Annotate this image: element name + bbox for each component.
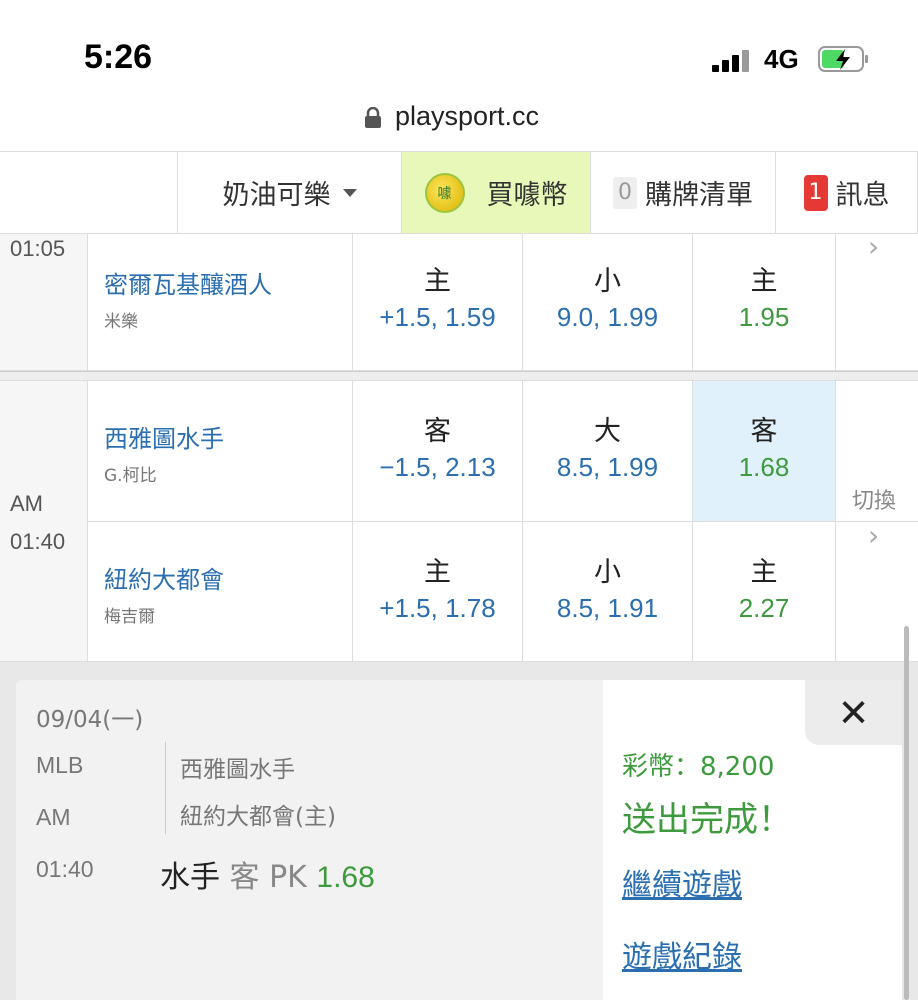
battery-charging-icon: [818, 46, 868, 72]
cart-label: 購牌清單: [645, 180, 753, 211]
team-name[interactable]: 紐約大都會: [104, 560, 224, 595]
close-icon: ✕: [837, 690, 870, 735]
divider: [165, 742, 166, 834]
team-name[interactable]: 密爾瓦基釀酒人: [104, 265, 272, 300]
user-menu[interactable]: 奶油可樂: [177, 152, 401, 233]
team-name[interactable]: 西雅圖水手: [104, 419, 224, 454]
bet-moneyline[interactable]: 主 1.95: [693, 234, 836, 370]
bet-odds: 8.5, 1.91: [556, 593, 659, 623]
cart-count-badge: 0: [613, 176, 637, 209]
home-team: 紐約大都會(主): [180, 804, 336, 830]
pitcher-name: G.柯比: [104, 466, 157, 486]
chevron-right-icon[interactable]: ›: [868, 519, 879, 552]
game-history-link[interactable]: 遊戲紀錄: [622, 932, 742, 976]
bet-side: 大: [594, 416, 621, 447]
pitcher-name: 米樂: [104, 312, 138, 332]
pick-odds: 1.68: [316, 861, 375, 894]
bet-spread[interactable]: 客 −1.5, 2.13: [353, 381, 523, 521]
submit-success-text: 送出完成！: [622, 800, 792, 840]
pick-side: 客 PK: [229, 860, 307, 895]
game-row-seattle-nym: AM 01:40 西雅圖水手 G.柯比 客 −1.5, 2.13 大 8.5, …: [0, 380, 918, 662]
close-button[interactable]: ✕: [805, 680, 902, 745]
cart-button[interactable]: 0 購牌清單: [590, 152, 775, 233]
buy-coins-label: 買噱幣: [486, 180, 568, 211]
away-team: 西雅圖水手: [180, 757, 295, 783]
chevron-right-icon[interactable]: ›: [868, 234, 879, 263]
game-am: AM: [10, 491, 43, 516]
buy-coins-button[interactable]: 噱 買噱幣: [401, 152, 590, 233]
bet-side: 主: [424, 266, 451, 297]
username: 奶油可樂: [222, 180, 331, 211]
bet-total[interactable]: 小 9.0, 1.99: [523, 234, 693, 370]
bet-moneyline-selected[interactable]: 客 1.68: [693, 381, 836, 521]
bet-odds: 2.27: [738, 593, 790, 623]
messages-label: 訊息: [835, 180, 890, 211]
team-cell: 紐約大都會 梅吉爾: [88, 522, 353, 662]
bet-side: 客: [424, 416, 451, 447]
team-cell: 密爾瓦基釀酒人 米樂: [88, 234, 353, 370]
switch-button[interactable]: 切換: [852, 483, 896, 515]
coin-icon: 噱: [424, 172, 465, 213]
bet-side: 主: [424, 557, 451, 588]
game-time: AM 01:40: [0, 381, 88, 661]
top-nav: 奶油可樂 噱 買噱幣 0 購牌清單 1 訊息: [0, 151, 918, 234]
pick-team: 水手: [160, 860, 220, 895]
game-time-value: 01:40: [10, 529, 66, 554]
continue-game-link[interactable]: 繼續遊戲: [622, 860, 742, 904]
pitcher-name: 梅吉爾: [104, 607, 155, 627]
url-bar[interactable]: playsport.cc: [0, 95, 918, 150]
caret-down-icon: [342, 188, 357, 197]
scrollbar[interactable]: [904, 626, 909, 1000]
bet-side: 小: [594, 266, 621, 297]
status-bar: 5:26 4G: [0, 0, 918, 95]
bet-moneyline[interactable]: 主 2.27: [693, 522, 836, 662]
game-time-value: 01:05: [10, 236, 66, 261]
bet-total[interactable]: 大 8.5, 1.99: [523, 381, 693, 521]
bet-odds: −1.5, 2.13: [379, 452, 496, 482]
clock: 5:26: [84, 38, 153, 76]
bet-side: 客: [750, 416, 778, 447]
network-type: 4G: [764, 44, 799, 74]
bet-side: 主: [750, 557, 778, 588]
bet-spread[interactable]: 主 +1.5, 1.59: [353, 234, 523, 370]
team-cell: 西雅圖水手 G.柯比: [88, 381, 353, 521]
bet-odds: +1.5, 1.78: [379, 593, 496, 623]
pick-summary: 水手 客 PK 1.68: [160, 852, 375, 896]
coin-balance: 彩幣：8,200: [622, 752, 775, 782]
bet-odds: 1.95: [738, 302, 790, 332]
game-row-milwaukee: 01:05 密爾瓦基釀酒人 米樂 主 +1.5, 1.59 小 9.0, 1.9…: [0, 234, 918, 371]
bet-odds: +1.5, 1.59: [379, 302, 496, 332]
lock-icon: [365, 107, 381, 128]
messages-button[interactable]: 1 訊息: [775, 152, 918, 233]
url-text: playsport.cc: [395, 101, 540, 131]
bet-total[interactable]: 小 8.5, 1.91: [523, 522, 693, 662]
bet-odds: 8.5, 1.99: [556, 452, 659, 482]
league: MLB: [36, 752, 84, 778]
game-time: 01:05: [0, 234, 88, 370]
bet-odds: 9.0, 1.99: [556, 302, 659, 332]
row-separator: [0, 371, 918, 380]
cellular-signal-icon: [712, 50, 752, 72]
game-date: 09/04(一): [36, 707, 144, 733]
message-count-badge: 1: [803, 174, 828, 211]
bet-spread[interactable]: 主 +1.5, 1.78: [353, 522, 523, 662]
bet-side: 小: [594, 557, 621, 588]
game-am: AM: [36, 804, 71, 830]
bet-side: 主: [750, 266, 778, 297]
bet-odds: 1.68: [738, 452, 790, 482]
game-time-value: 01:40: [36, 856, 94, 882]
